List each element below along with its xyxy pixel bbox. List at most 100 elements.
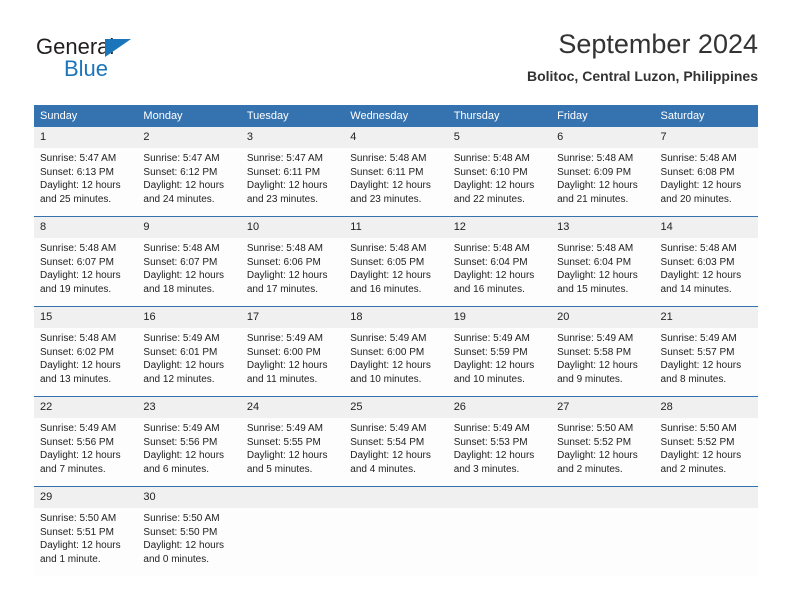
daylight-line2: and 2 minutes. — [557, 463, 623, 475]
sunrise-text: Sunrise: 5:48 AM — [453, 153, 530, 164]
day-details: Sunrise: 5:48 AM Sunset: 6:04 PM Dayligh… — [448, 238, 551, 296]
day-number: 8 — [34, 217, 138, 238]
day-details: Sunrise: 5:48 AM Sunset: 6:03 PM Dayligh… — [655, 238, 758, 296]
daylight-line2: and 4 minutes. — [350, 463, 416, 475]
day-number: 18 — [344, 307, 448, 328]
daylight-line2: and 23 minutes. — [350, 193, 422, 205]
daylight-line1: Daylight: 12 hours — [453, 360, 535, 372]
sunrise-text: Sunrise: 5:49 AM — [557, 333, 634, 344]
day-details: Sunrise: 5:47 AM Sunset: 6:12 PM Dayligh… — [137, 148, 240, 206]
daylight-line2: and 24 minutes. — [143, 193, 215, 205]
day-number — [447, 487, 552, 508]
day-cell[interactable]: 27 Sunrise: 5:50 AM Sunset: 5:52 PM Dayl… — [551, 396, 655, 487]
day-cell[interactable]: 24 Sunrise: 5:49 AM Sunset: 5:55 PM Dayl… — [240, 396, 345, 487]
day-details: Sunrise: 5:48 AM Sunset: 6:10 PM Dayligh… — [448, 148, 551, 206]
day-cell[interactable]: 16 Sunrise: 5:49 AM Sunset: 6:01 PM Dayl… — [137, 306, 241, 397]
day-cell[interactable]: 4 Sunrise: 5:48 AM Sunset: 6:11 PM Dayli… — [344, 127, 448, 217]
daylight-line2: and 18 minutes. — [143, 283, 215, 295]
day-cell[interactable]: 29 Sunrise: 5:50 AM Sunset: 5:51 PM Dayl… — [34, 486, 138, 576]
day-cell[interactable]: 9 Sunrise: 5:48 AM Sunset: 6:07 PM Dayli… — [137, 216, 241, 307]
day-number: 30 — [137, 487, 241, 508]
day-cell[interactable]: 5 Sunrise: 5:48 AM Sunset: 6:10 PM Dayli… — [447, 127, 552, 217]
day-number — [240, 487, 345, 508]
day-cell[interactable]: 12 Sunrise: 5:48 AM Sunset: 6:04 PM Dayl… — [447, 216, 552, 307]
day-number: 14 — [654, 217, 758, 238]
sunset-text: Sunset: 6:01 PM — [143, 346, 218, 358]
sunset-text: Sunset: 6:02 PM — [40, 346, 114, 358]
day-details: Sunrise: 5:50 AM Sunset: 5:52 PM Dayligh… — [655, 418, 758, 476]
day-cell[interactable]: 28 Sunrise: 5:50 AM Sunset: 5:52 PM Dayl… — [654, 396, 758, 487]
day-cell[interactable]: 8 Sunrise: 5:48 AM Sunset: 6:07 PM Dayli… — [34, 216, 138, 307]
day-cell[interactable]: 22 Sunrise: 5:49 AM Sunset: 5:56 PM Dayl… — [34, 396, 138, 487]
day-cell[interactable]: 30 Sunrise: 5:50 AM Sunset: 5:50 PM Dayl… — [137, 486, 241, 576]
day-cell[interactable]: 13 Sunrise: 5:48 AM Sunset: 6:04 PM Dayl… — [551, 216, 655, 307]
day-cell[interactable]: 19 Sunrise: 5:49 AM Sunset: 5:59 PM Dayl… — [447, 306, 552, 397]
day-cell[interactable]: 26 Sunrise: 5:49 AM Sunset: 5:53 PM Dayl… — [447, 396, 552, 487]
day-cell-empty — [551, 486, 655, 576]
day-details — [551, 508, 654, 512]
day-number: 3 — [240, 127, 345, 148]
day-cell[interactable]: 23 Sunrise: 5:49 AM Sunset: 5:56 PM Dayl… — [137, 396, 241, 487]
sunset-text: Sunset: 6:08 PM — [660, 166, 735, 178]
daylight-line1: Daylight: 12 hours — [40, 450, 121, 462]
sunset-text: Sunset: 6:04 PM — [557, 256, 632, 268]
daylight-line1: Daylight: 12 hours — [246, 450, 328, 462]
page-subtitle: Bolitoc, Central Luzon, Philippines — [526, 68, 758, 84]
day-cell[interactable]: 6 Sunrise: 5:48 AM Sunset: 6:09 PM Dayli… — [551, 127, 655, 217]
day-cell[interactable]: 11 Sunrise: 5:48 AM Sunset: 6:05 PM Dayl… — [344, 216, 448, 307]
daylight-line2: and 10 minutes. — [350, 373, 422, 385]
daylight-line1: Daylight: 12 hours — [660, 360, 742, 372]
day-cell[interactable]: 1 Sunrise: 5:47 AM Sunset: 6:13 PM Dayli… — [34, 127, 138, 217]
day-number: 11 — [344, 217, 448, 238]
day-cell[interactable]: 18 Sunrise: 5:49 AM Sunset: 6:00 PM Dayl… — [344, 306, 448, 397]
day-cell[interactable]: 15 Sunrise: 5:48 AM Sunset: 6:02 PM Dayl… — [34, 306, 138, 397]
daylight-line2: and 12 minutes. — [143, 373, 215, 385]
sunrise-text: Sunrise: 5:48 AM — [246, 243, 323, 254]
day-cell[interactable]: 7 Sunrise: 5:48 AM Sunset: 6:08 PM Dayli… — [654, 127, 758, 217]
day-cell[interactable]: 20 Sunrise: 5:49 AM Sunset: 5:58 PM Dayl… — [551, 306, 655, 397]
sunset-text: Sunset: 6:04 PM — [453, 256, 528, 268]
daylight-line1: Daylight: 12 hours — [557, 270, 638, 282]
sunset-text: Sunset: 5:59 PM — [453, 346, 528, 358]
day-cell[interactable]: 21 Sunrise: 5:49 AM Sunset: 5:57 PM Dayl… — [654, 306, 758, 397]
sunrise-text: Sunrise: 5:48 AM — [350, 153, 427, 164]
sunset-text: Sunset: 6:10 PM — [453, 166, 528, 178]
day-number: 20 — [551, 307, 655, 328]
daylight-line1: Daylight: 12 hours — [143, 450, 225, 462]
daylight-line1: Daylight: 12 hours — [246, 270, 328, 282]
daylight-line2: and 13 minutes. — [40, 373, 112, 385]
sunrise-text: Sunrise: 5:50 AM — [40, 513, 117, 524]
sunset-text: Sunset: 5:56 PM — [40, 436, 114, 448]
daylight-line2: and 17 minutes. — [246, 283, 319, 295]
daylight-line1: Daylight: 12 hours — [246, 360, 328, 372]
daylight-line1: Daylight: 12 hours — [557, 450, 638, 462]
day-details: Sunrise: 5:49 AM Sunset: 5:58 PM Dayligh… — [551, 328, 654, 386]
daylight-line1: Daylight: 12 hours — [143, 540, 225, 552]
sunset-text: Sunset: 5:52 PM — [557, 436, 632, 448]
day-number: 22 — [34, 397, 138, 418]
day-details: Sunrise: 5:50 AM Sunset: 5:51 PM Dayligh… — [34, 508, 137, 566]
daylight-line2: and 3 minutes. — [453, 463, 520, 475]
sunrise-text: Sunrise: 5:48 AM — [557, 153, 634, 164]
daylight-line1: Daylight: 12 hours — [143, 270, 225, 282]
day-cell[interactable]: 3 Sunrise: 5:47 AM Sunset: 6:11 PM Dayli… — [240, 127, 345, 217]
day-number: 23 — [137, 397, 241, 418]
daylight-line1: Daylight: 12 hours — [453, 180, 535, 192]
day-details: Sunrise: 5:50 AM Sunset: 5:52 PM Dayligh… — [551, 418, 654, 476]
brand-logo[interactable]: General Blue — [36, 34, 216, 86]
daylight-line1: Daylight: 12 hours — [40, 360, 121, 372]
day-cell[interactable]: 14 Sunrise: 5:48 AM Sunset: 6:03 PM Dayl… — [654, 216, 758, 307]
day-cell[interactable]: 10 Sunrise: 5:48 AM Sunset: 6:06 PM Dayl… — [240, 216, 345, 307]
sunrise-text: Sunrise: 5:48 AM — [143, 243, 220, 254]
sunset-text: Sunset: 6:07 PM — [143, 256, 218, 268]
sunset-text: Sunset: 5:56 PM — [143, 436, 218, 448]
day-details: Sunrise: 5:48 AM Sunset: 6:07 PM Dayligh… — [137, 238, 240, 296]
day-cell[interactable]: 2 Sunrise: 5:47 AM Sunset: 6:12 PM Dayli… — [137, 127, 241, 217]
day-number: 25 — [344, 397, 448, 418]
day-cell[interactable]: 17 Sunrise: 5:49 AM Sunset: 6:00 PM Dayl… — [240, 306, 345, 397]
sunrise-text: Sunrise: 5:49 AM — [350, 333, 427, 344]
daylight-line2: and 0 minutes. — [143, 553, 210, 565]
sunrise-text: Sunrise: 5:49 AM — [40, 423, 117, 434]
week-row: 15 Sunrise: 5:48 AM Sunset: 6:02 PM Dayl… — [34, 306, 758, 397]
day-cell[interactable]: 25 Sunrise: 5:49 AM Sunset: 5:54 PM Dayl… — [344, 396, 448, 487]
